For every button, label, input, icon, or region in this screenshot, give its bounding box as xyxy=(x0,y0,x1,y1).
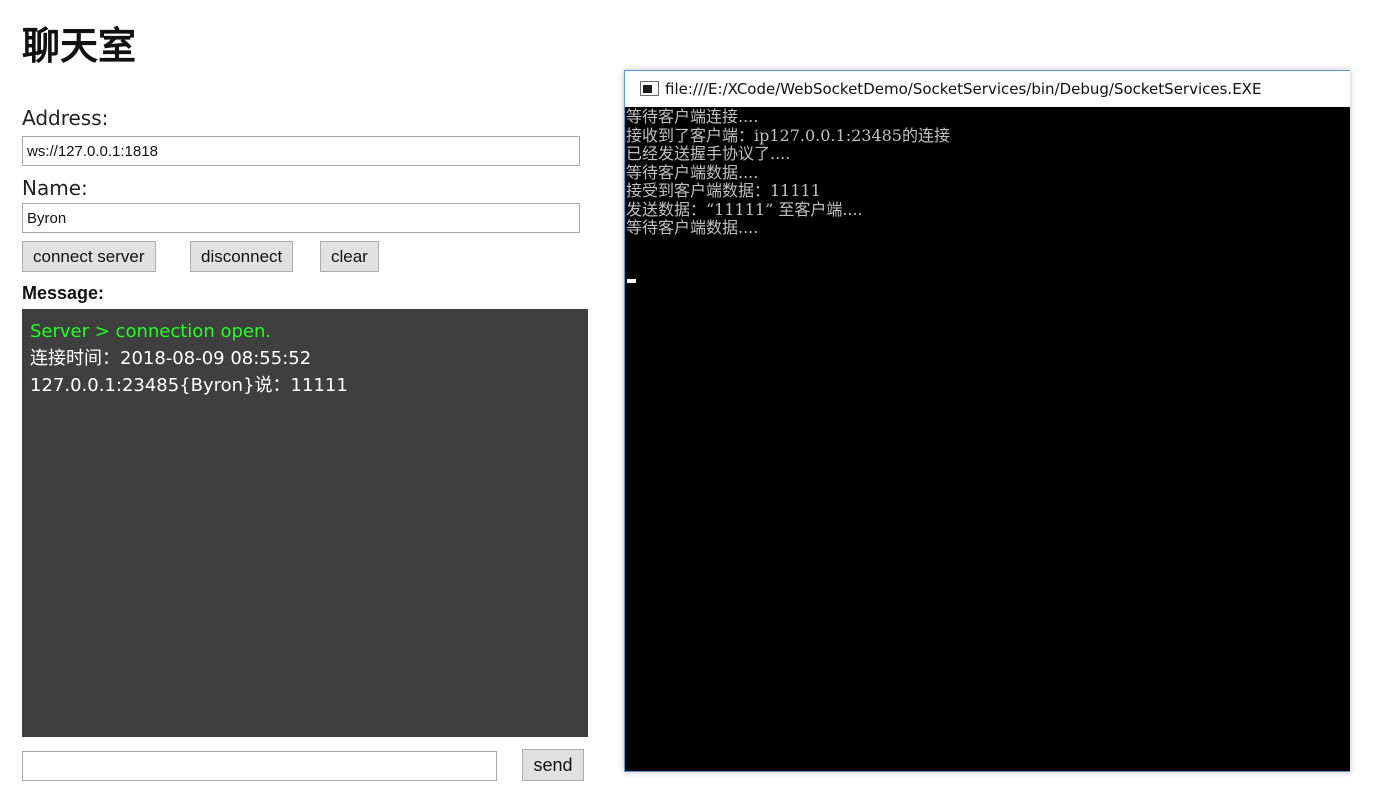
page-title: 聊天室 xyxy=(22,24,137,68)
disconnect-button[interactable]: disconnect xyxy=(190,241,294,272)
message-line-server: Server > connection open. xyxy=(30,321,272,342)
console-window-title: file:///E:/XCode/WebSocketDemo/SocketSer… xyxy=(665,80,1262,98)
console-line: 已经发送握手协议了.... xyxy=(626,144,791,163)
console-line: 接收到了客户端：ip127.0.0.1:23485的连接 xyxy=(626,125,950,145)
clear-button[interactable]: clear xyxy=(320,241,379,272)
console-output[interactable]: 等待客户端连接.... 接收到了客户端：ip127.0.0.1:23485的连接… xyxy=(625,107,1350,771)
console-app-icon xyxy=(640,81,659,96)
message-panel[interactable]: Server > connection open. 连接时间：2018-08-0… xyxy=(22,309,588,737)
console-window[interactable]: file:///E:/XCode/WebSocketDemo/SocketSer… xyxy=(624,70,1350,772)
message-label: Message: xyxy=(22,283,105,303)
console-line: 等待客户端数据.... xyxy=(626,218,759,237)
connect-server-button[interactable]: connect server xyxy=(22,241,156,272)
name-label: Name: xyxy=(22,176,88,200)
console-line: 等待客户端数据.... xyxy=(626,162,759,182)
console-line: 等待客户端连接.... xyxy=(626,107,759,126)
address-input[interactable] xyxy=(22,136,580,166)
send-message-input[interactable] xyxy=(22,751,497,781)
address-label: Address: xyxy=(22,106,109,130)
console-line: 接受到客户端数据：11111 xyxy=(626,181,821,200)
console-cursor xyxy=(627,279,636,283)
message-line: 连接时间：2018-08-09 08:55:52 xyxy=(30,348,312,369)
console-titlebar[interactable]: file:///E:/XCode/WebSocketDemo/SocketSer… xyxy=(625,71,1350,107)
send-button[interactable]: send xyxy=(522,749,584,781)
console-line: 发送数据：“11111” 至客户端.... xyxy=(626,199,863,219)
name-input[interactable] xyxy=(22,203,580,233)
message-line: 127.0.0.1:23485{Byron}说：11111 xyxy=(30,375,348,396)
